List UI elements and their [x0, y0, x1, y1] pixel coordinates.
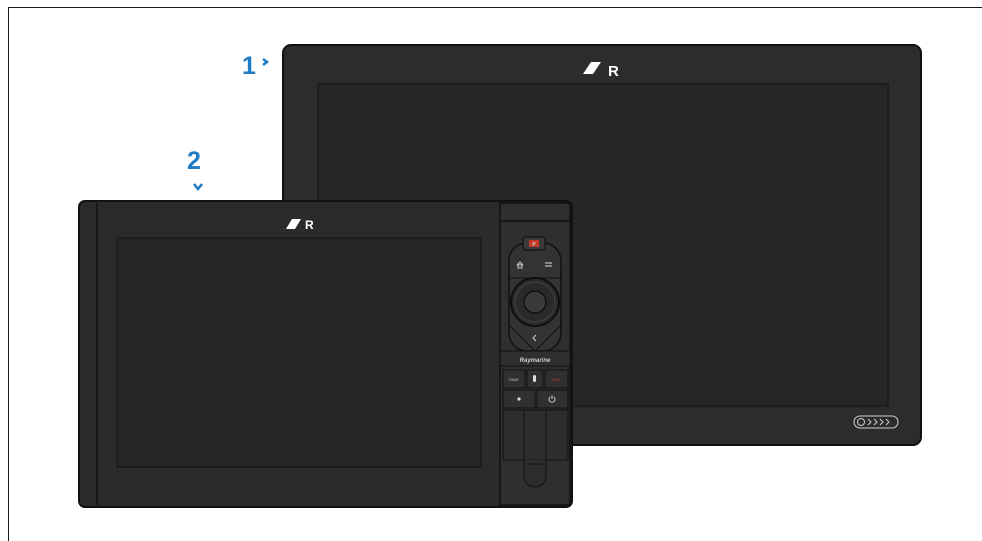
card-slot-door[interactable]	[502, 409, 569, 461]
mob-key-label: MOB	[552, 378, 561, 382]
display-1-logo-letter: R	[608, 63, 619, 80]
power-key[interactable]	[536, 389, 569, 409]
brand-text: Raymarine	[520, 358, 551, 364]
display-2-screen	[116, 237, 482, 468]
callout-display-2: 2	[187, 147, 201, 175]
display-2: R P Raymarine PAGE MOB	[78, 200, 573, 508]
keypad-panel: P Raymarine PAGE MOB	[499, 202, 571, 506]
display-2-logo-letter: R	[305, 218, 314, 232]
callout-display-1: 1	[242, 52, 256, 80]
page-key-label: PAGE	[509, 378, 519, 382]
joystick-button[interactable]	[523, 290, 547, 314]
displays-diagram: R R P Raymarine PAGE MOB	[78, 44, 922, 508]
